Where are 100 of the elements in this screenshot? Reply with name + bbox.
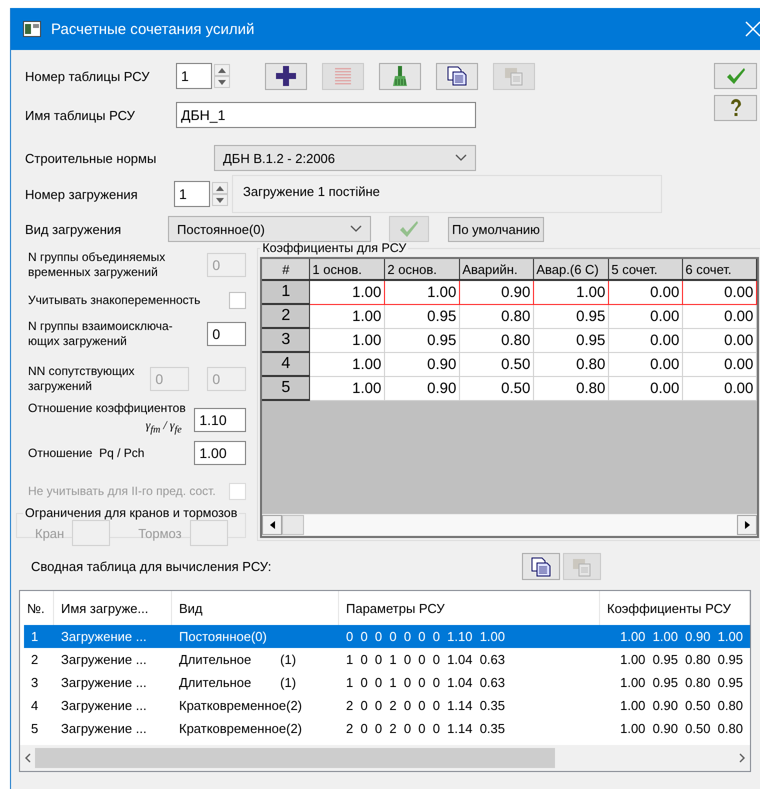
list-cell-text: Кратковременное(2) — [178, 698, 304, 713]
grid-cell[interactable]: 0.00 — [682, 328, 757, 352]
grid-cell[interactable]: 0.80 — [460, 328, 534, 352]
grid-cell[interactable]: 1.00 — [310, 328, 385, 352]
grid-cell[interactable]: 1.00 — [310, 352, 385, 376]
triangle-right-icon — [744, 521, 750, 529]
list-cell-text: Загружение ... — [60, 629, 148, 644]
number-field[interactable]: 1 — [176, 63, 212, 89]
triangle-up-icon — [216, 186, 224, 190]
grid-cell[interactable]: 0.90 — [460, 280, 534, 304]
spin-up-button[interactable] — [214, 64, 230, 76]
field-label: Номер таблицы РСУ — [25, 68, 151, 84]
copy-icon — [447, 66, 467, 86]
list-row[interactable]: 2 Загружение ... Длительное (1) 1 0 0 1 0 0 0 1.04 0.63 1.00 0.95 0.80 0.95 — [20, 648, 750, 671]
group-title: Ограничения для кранов и тормозов — [24, 506, 238, 520]
field-label: Строительные нормы — [25, 150, 158, 166]
number-field[interactable]: 1.10 — [194, 408, 246, 432]
list-cell-text: 4 — [30, 698, 40, 713]
field-label: NN сопутствующих загружений — [28, 364, 135, 394]
column-header[interactable]: Аварийн. — [460, 259, 534, 280]
norms-dropdown[interactable]: ДБН В.1.2 - 2:2006 — [214, 145, 476, 171]
list-cell-text: 1 0 0 1 0 0 0 1.04 0.63 — [345, 675, 506, 690]
grid-cell[interactable]: 0.80 — [534, 376, 609, 400]
column-header[interactable]: 1 основ. — [310, 259, 385, 280]
scroll-thumb[interactable] — [35, 748, 555, 768]
number-field[interactable]: 1.00 — [194, 441, 246, 465]
grid-cell[interactable]: 0.95 — [384, 304, 460, 328]
toolbar-button[interactable] — [522, 553, 560, 580]
field-label: Номер загружения — [25, 186, 139, 202]
scroll-thumb[interactable] — [282, 515, 304, 535]
row-header[interactable]: 4 — [262, 352, 310, 376]
section-label: Сводная таблица для вычисления РСУ: — [31, 559, 272, 574]
list-cell-text: 1.00 0.90 0.50 0.80 — [619, 698, 744, 713]
scroll-left-button[interactable] — [262, 515, 282, 535]
scroll-right-button[interactable] — [737, 515, 758, 535]
list-row[interactable]: 3 Загружение ... Длительное (1) 1 0 0 1 0 0 0 1.04 0.63 1.00 0.95 0.80 0.95 — [20, 671, 750, 694]
triangle-down-icon — [216, 198, 224, 202]
grid-cell[interactable]: 0.50 — [460, 376, 534, 400]
triangle-up-icon — [218, 68, 226, 72]
scroll-left-icon[interactable] — [24, 753, 31, 763]
checkbox[interactable] — [229, 292, 246, 308]
list-cell-text: Загружение ... — [60, 652, 148, 667]
grid-cell[interactable]: 0.00 — [608, 328, 683, 352]
scroll-right-icon[interactable] — [739, 753, 746, 763]
column-header[interactable]: 5 сочет. — [608, 259, 683, 280]
grid-cell[interactable]: 0.00 — [682, 280, 757, 304]
grid-cell[interactable]: 0.00 — [608, 280, 683, 304]
lines-icon — [335, 67, 351, 85]
grid-cell[interactable]: 0.00 — [608, 304, 683, 328]
grid-cell[interactable]: 0.80 — [460, 304, 534, 328]
grid-cell[interactable]: 0.00 — [608, 376, 683, 400]
list-cell-text: 1.00 0.95 0.80 0.95 — [619, 675, 744, 690]
column-header[interactable]: Авар.(6 С) — [534, 259, 609, 280]
column-header[interactable]: 2 основ. — [384, 259, 460, 280]
grid-cell[interactable]: 0.00 — [682, 376, 757, 400]
toolbar-button[interactable] — [265, 62, 307, 90]
triangle-down-icon — [218, 80, 226, 84]
column-header[interactable]: 6 сочет. — [682, 259, 757, 280]
grid-cell[interactable]: 0.50 — [460, 352, 534, 376]
grid-cell[interactable]: 1.00 — [534, 280, 609, 304]
spin-up-button[interactable] — [212, 182, 228, 194]
grid-cell[interactable]: 0.90 — [384, 352, 460, 376]
grid-cell[interactable]: 0.95 — [534, 328, 609, 352]
toolbar-button[interactable] — [436, 62, 478, 90]
ok-button[interactable] — [714, 63, 757, 89]
name-field[interactable]: ДБН_1 — [176, 102, 476, 128]
column-header[interactable]: # — [262, 259, 310, 280]
list-row[interactable]: 5 Загружение ... Кратковременное(2) 2 0 0 2 0 0 0 1.14 0.35 1.00 0.90 0.50 0.80 — [20, 717, 750, 740]
number-field[interactable]: 1 — [174, 181, 210, 207]
field-label: N группы объединяемых временных загружений — [28, 250, 166, 280]
number-field[interactable]: 0 — [207, 322, 246, 346]
grid-cell[interactable]: 0.95 — [384, 328, 460, 352]
row-header[interactable]: 1 — [262, 280, 310, 304]
list-cell-text: 1.00 0.90 0.50 0.80 — [619, 721, 744, 736]
grid-cell[interactable]: 1.00 — [384, 280, 460, 304]
grid-cell[interactable]: 1.00 — [310, 376, 385, 400]
copy-icon — [531, 556, 551, 576]
list-cell-text: 3 — [30, 675, 40, 690]
grid-cell[interactable]: 0.00 — [682, 304, 757, 328]
list-cell-text: 5 — [30, 721, 40, 736]
list-row[interactable]: 4 Загружение ... Кратковременное(2) 2 0 0 2 0 0 0 1.14 0.35 1.00 0.90 0.50 0.80 — [20, 694, 750, 717]
load-type-dropdown[interactable]: Постоянное(0) — [168, 216, 371, 242]
grid-cell[interactable]: 1.00 — [310, 280, 385, 304]
description-field: Загружение 1 постійне — [232, 175, 662, 213]
grid-cell[interactable]: 0.80 — [534, 352, 609, 376]
grid-cell[interactable]: 0.00 — [608, 352, 683, 376]
list-row[interactable]: 1 Загружение ... Постоянное(0) 0 0 0 0 0 0 0 1.10 1.00 1.00 1.00 0.90 1.00 — [24, 625, 750, 648]
field-label: Кран — [35, 526, 64, 540]
spin-down-button[interactable] — [214, 76, 230, 88]
grid-cell[interactable]: 1.00 — [310, 304, 385, 328]
spin-down-button[interactable] — [212, 194, 228, 206]
help-button[interactable] — [714, 95, 757, 121]
grid-cell[interactable]: 0.95 — [534, 304, 609, 328]
default-button[interactable]: По умолчанию — [448, 216, 544, 242]
close-icon[interactable] — [745, 21, 760, 37]
row-header[interactable]: 2 — [262, 304, 310, 328]
grid-cell[interactable]: 0.90 — [384, 376, 460, 400]
grid-cell[interactable]: 0.00 — [682, 352, 757, 376]
row-header[interactable]: 5 — [262, 376, 310, 400]
row-header[interactable]: 3 — [262, 328, 310, 352]
